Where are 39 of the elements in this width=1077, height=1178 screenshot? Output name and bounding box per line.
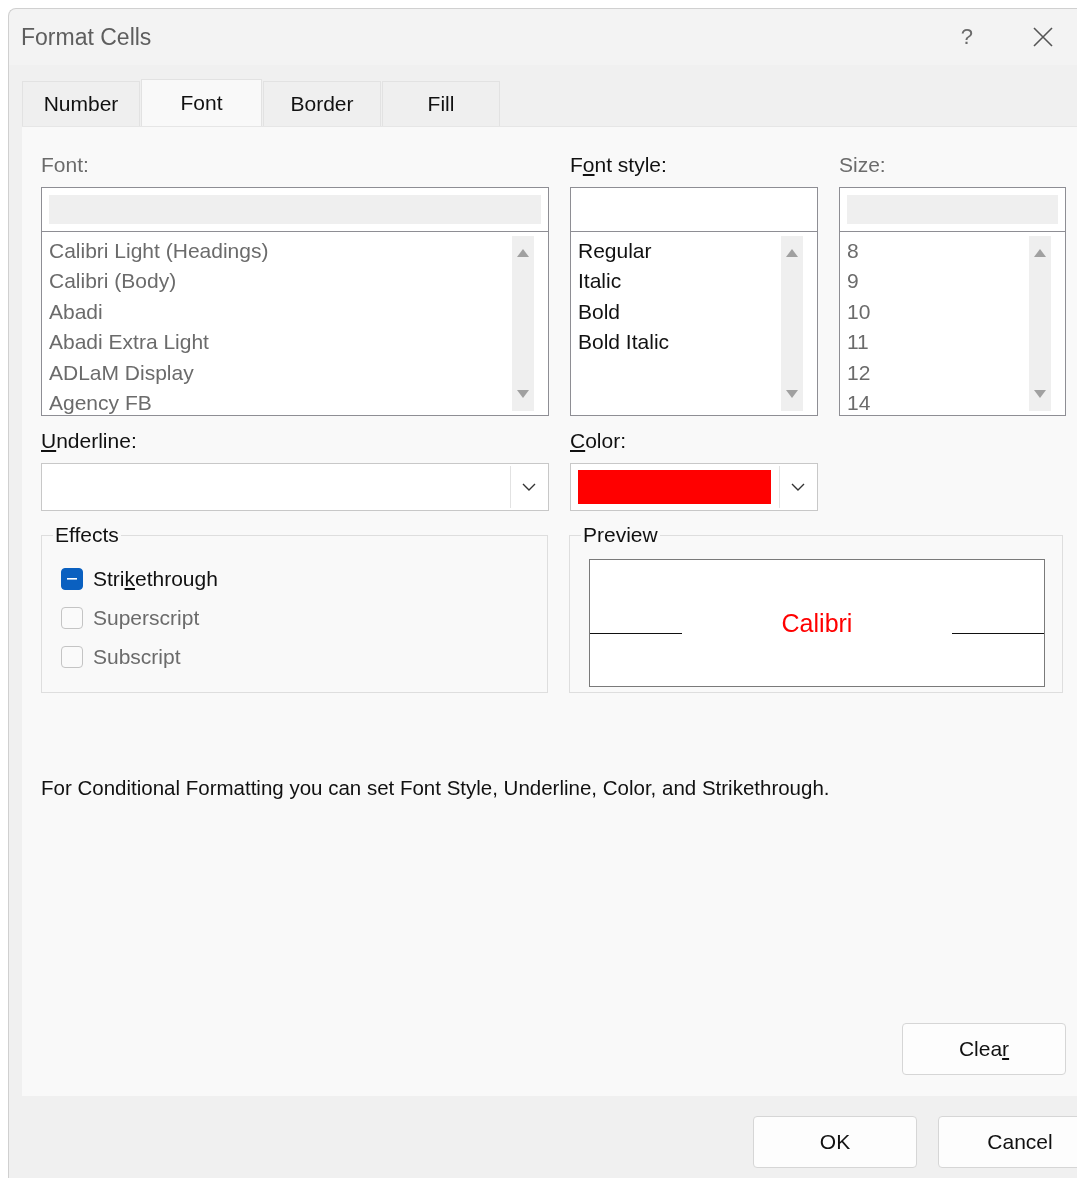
group-title: Effects [54,523,120,547]
field-label: Font: [41,153,89,177]
window-title: Format Cells [21,23,153,51]
minus-icon [67,578,77,580]
tab[interactable]: Font [141,79,262,126]
clear-button[interactable]: Clear [902,1023,1066,1075]
group-title: Preview [582,523,659,547]
preview-sample: Calibri [780,608,854,638]
help-button[interactable]: ? [960,24,973,50]
scrollbar[interactable] [512,236,534,411]
field-label: Underline: [41,429,137,453]
scroll-down-icon[interactable] [517,390,529,398]
list-item[interactable]: Bold [578,296,621,328]
tab[interactable]: Number [22,81,140,126]
tab[interactable]: Border [263,81,381,126]
scroll-up-icon[interactable] [786,249,798,257]
tab[interactable]: Fill [382,81,500,126]
scrollbar[interactable] [1029,236,1051,411]
scroll-up-icon[interactable] [1034,249,1046,257]
list-item[interactable]: Italic [578,266,622,297]
scrollbar[interactable] [781,236,803,411]
scroll-up-icon[interactable] [517,249,529,257]
note-text: For Conditional Formatting you can set Font Style, Underline, Color, and Strikethrough. [41,776,831,800]
scroll-down-icon[interactable] [1034,390,1046,398]
chevron-down-icon [790,483,805,491]
field-label: Font style: [570,153,667,177]
close-button[interactable] [1031,25,1055,49]
dialog-button[interactable]: OK [753,1116,917,1168]
checkbox-label[interactable]: Strikethrough [93,567,218,591]
checkbox[interactable] [61,568,83,590]
field-label: Color: [570,429,627,453]
color-dropdown[interactable] [570,463,818,511]
scroll-down-icon[interactable] [786,390,798,398]
list-item[interactable]: Regular [578,236,652,267]
list-item[interactable]: Bold Italic [578,327,670,358]
dialog-button[interactable]: Cancel [938,1116,1077,1168]
underline-dropdown[interactable] [41,463,549,511]
field-label: Size: [839,153,886,177]
chevron-down-icon [521,483,536,491]
